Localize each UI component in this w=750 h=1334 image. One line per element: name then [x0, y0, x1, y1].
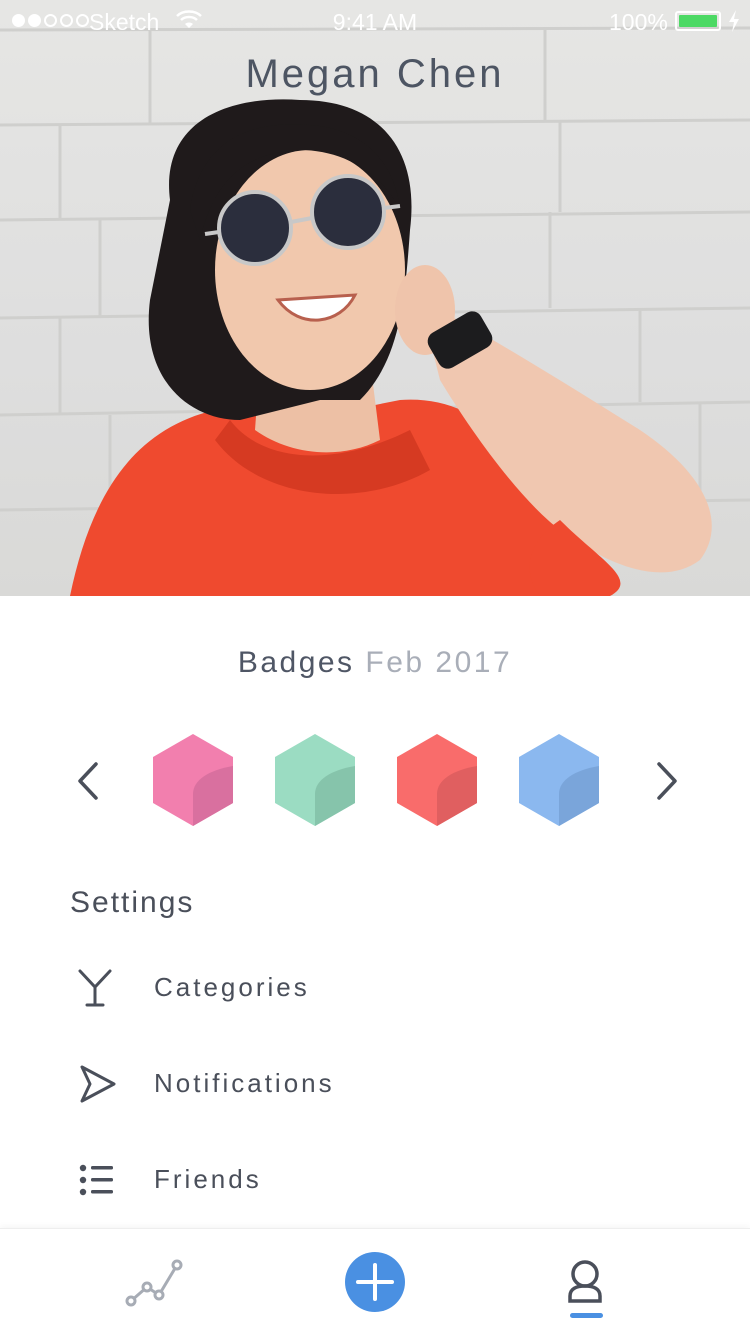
line-chart-icon[interactable]: [119, 1249, 189, 1319]
send-arrow-icon: [80, 1065, 116, 1103]
settings-item-categories[interactable]: Categories: [70, 952, 680, 1022]
settings-item-label: Categories: [154, 972, 310, 1002]
coral-badge[interactable]: [395, 732, 479, 828]
settings-item-friends[interactable]: Friends: [70, 1144, 680, 1214]
tab-bar: [0, 1228, 750, 1334]
chevron-left-icon[interactable]: [70, 758, 110, 804]
status-bar: Sketch 9:41 AM 100%: [0, 0, 750, 44]
cocktail-glass-icon: [78, 969, 112, 1007]
charging-bolt-icon: [729, 10, 739, 32]
badges-label: Badges: [237, 646, 355, 679]
settings-item-label: Notifications: [154, 1068, 335, 1098]
chevron-right-icon[interactable]: [645, 758, 685, 804]
list-icon: [79, 1164, 113, 1196]
blue-badge[interactable]: [517, 732, 601, 828]
battery-percentage: 100%: [609, 9, 668, 35]
badges-date: Feb 2017: [365, 646, 513, 679]
profile-name: Megan Chen: [245, 52, 505, 96]
settings-item-notifications[interactable]: Notifications: [70, 1048, 680, 1118]
mint-badge[interactable]: [273, 732, 357, 828]
active-tab-indicator: [570, 1313, 603, 1318]
user-icon[interactable]: [550, 1249, 620, 1319]
badges-heading: Badges Feb 2017: [0, 646, 750, 680]
battery-icon: [675, 11, 721, 31]
settings-heading: Settings: [70, 886, 195, 919]
settings-item-label: Friends: [154, 1164, 262, 1194]
pink-badge[interactable]: [151, 732, 235, 828]
plus-circle-icon[interactable]: [340, 1247, 410, 1317]
badge-carousel: [0, 720, 750, 840]
